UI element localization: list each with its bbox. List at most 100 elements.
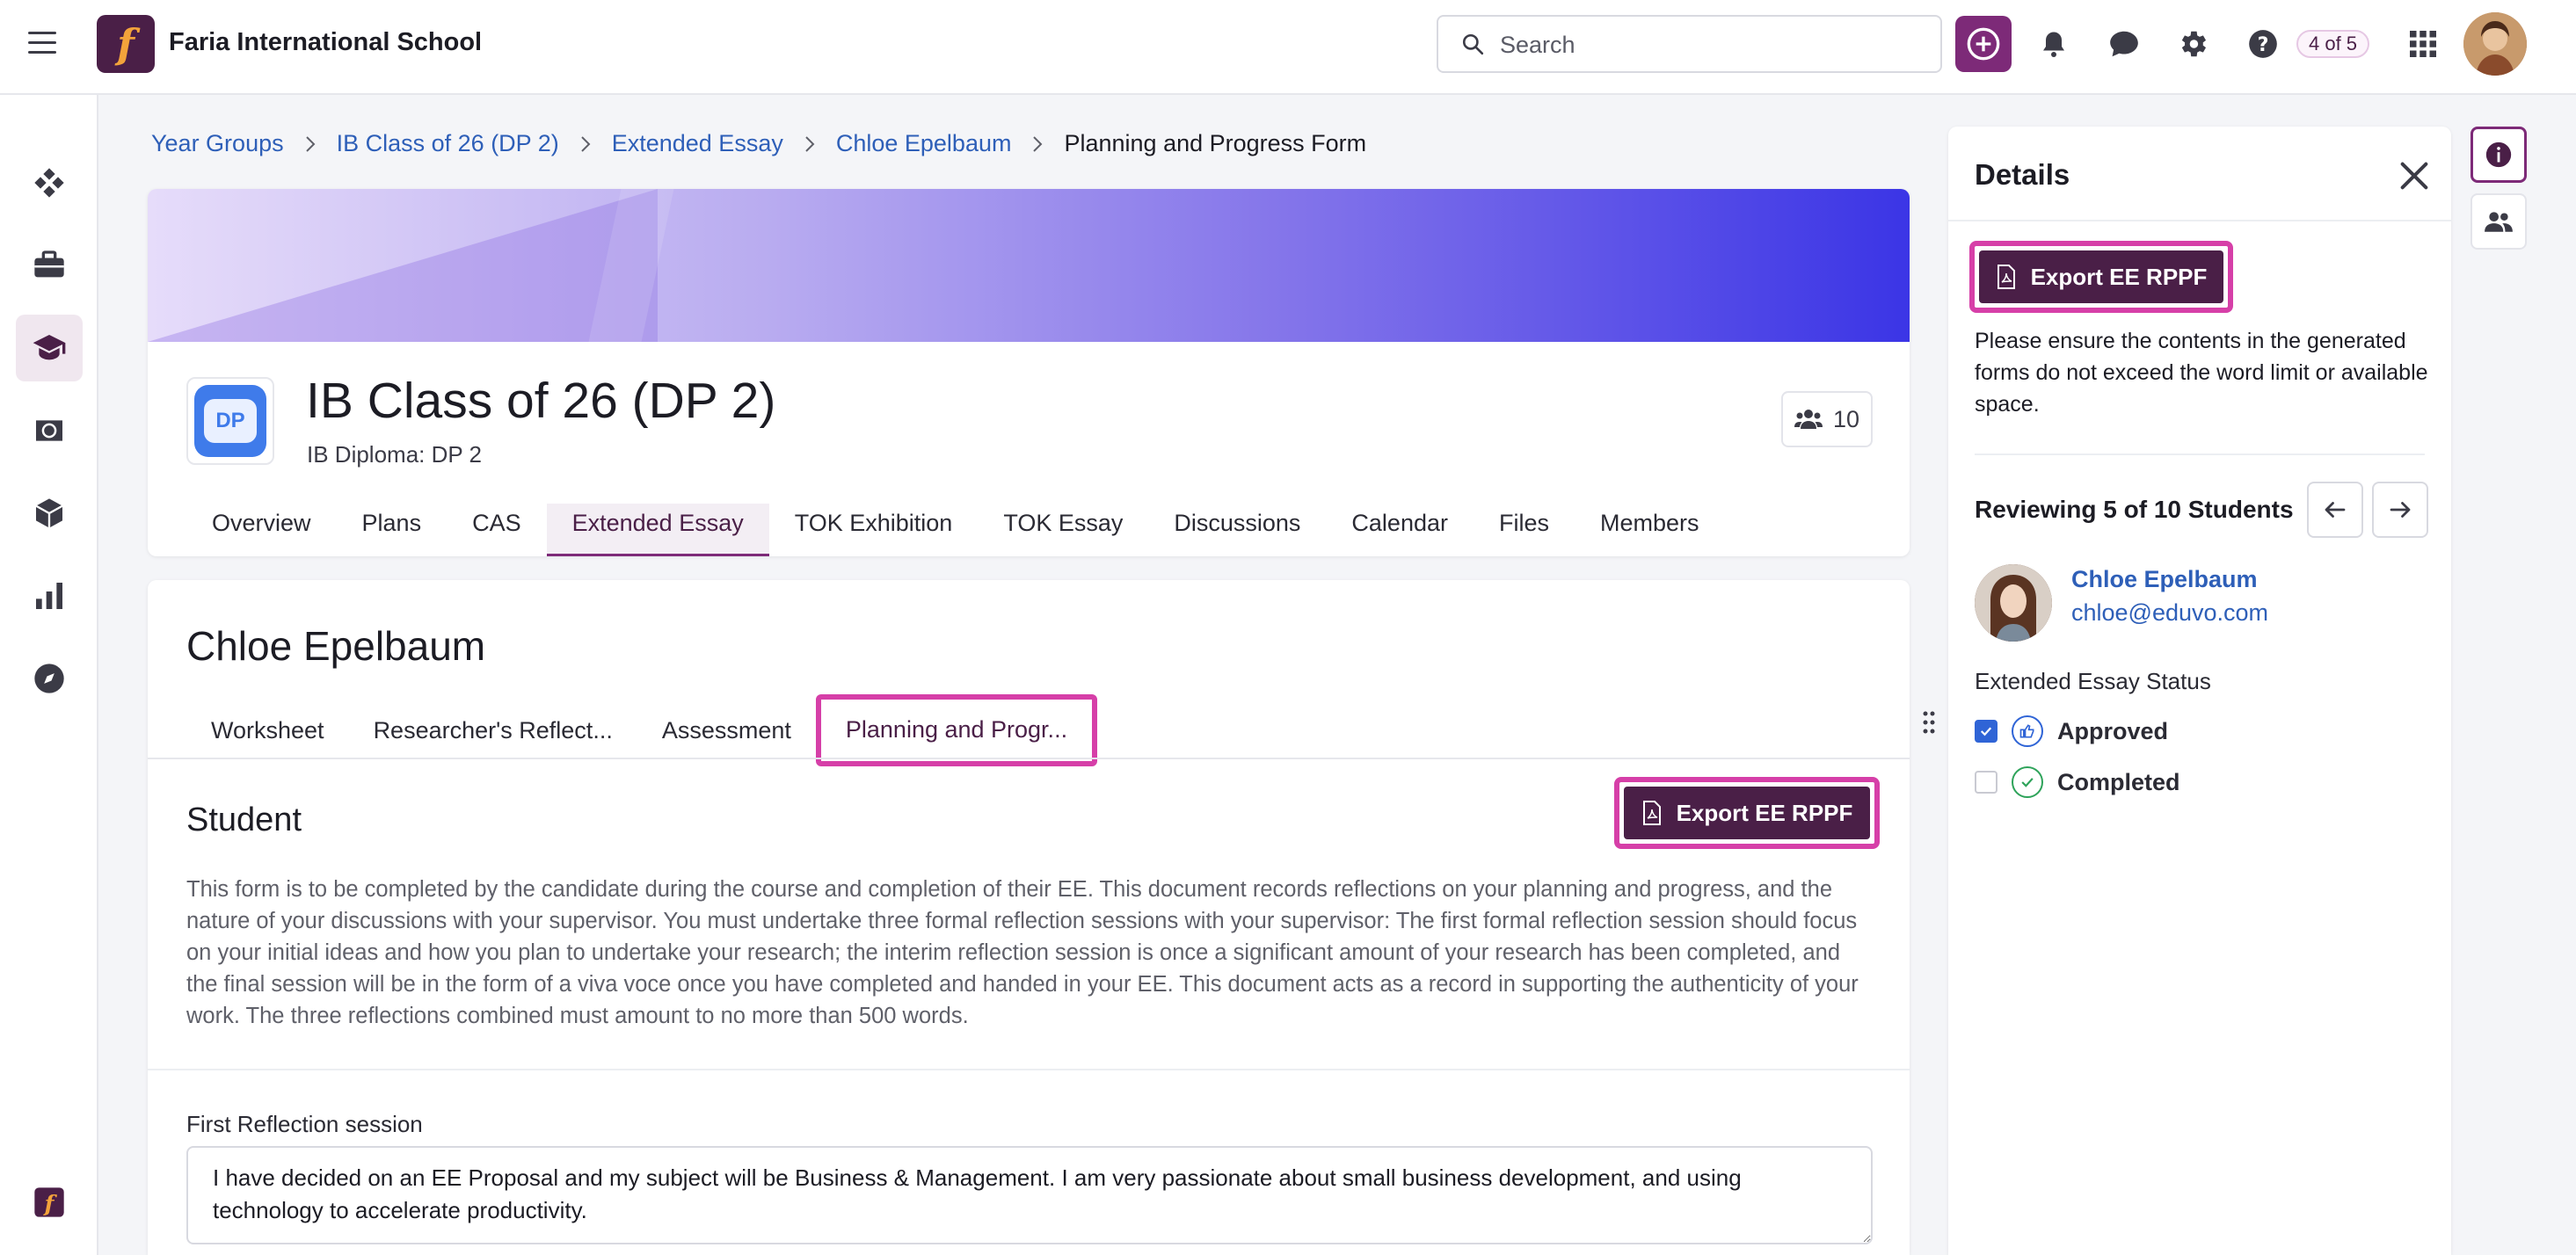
check-icon [1980, 727, 1992, 736]
status-label: Extended Essay Status [1975, 668, 2211, 694]
form-description: This form is to be completed by the cand… [186, 877, 1859, 1028]
pdf-file-icon [1642, 801, 1661, 825]
first-reflection-label: First Reflection session [186, 1111, 423, 1137]
globe-icon[interactable] [16, 397, 83, 464]
tab-plans[interactable]: Plans [337, 504, 448, 556]
divider [148, 1069, 1910, 1070]
user-avatar[interactable] [2463, 12, 2527, 76]
check-circle-icon [2012, 766, 2043, 798]
tab-assessment[interactable]: Assessment [637, 694, 816, 766]
chevron-right-icon [305, 135, 316, 152]
breadcrumb: Year Groups IB Class of 26 (DP 2) Extend… [151, 130, 1366, 157]
reviewing-count: Reviewing 5 of 10 Students [1975, 496, 2294, 523]
tab-tok-essay[interactable]: TOK Essay [978, 504, 1148, 556]
drag-handle-icon[interactable] [1922, 710, 1936, 735]
student-email-link[interactable]: chloe@eduvo.com [2071, 599, 2268, 627]
class-title: IB Class of 26 (DP 2) [306, 373, 776, 429]
breadcrumb-current: Planning and Progress Form [1064, 130, 1367, 156]
menu-icon[interactable] [28, 32, 56, 54]
pdf-file-icon [1997, 265, 2015, 289]
graduation-cap-icon[interactable] [16, 315, 83, 381]
members-count-button[interactable]: 10 [1781, 391, 1873, 447]
export-rppf-button[interactable]: Export EE RPPF [1624, 787, 1870, 839]
chat-icon[interactable] [2105, 25, 2143, 63]
student-form-card: Chloe Epelbaum Worksheet Researcher's Re… [148, 580, 1910, 1255]
search-icon [1462, 33, 1484, 55]
details-panel: Details Export EE RPPF Please ensure the… [1948, 127, 2451, 1255]
class-header-card: DP IB Class of 26 (DP 2) IB Diploma: DP … [148, 189, 1910, 556]
class-tabs: Overview Plans CAS Extended Essay TOK Ex… [186, 504, 1725, 556]
breadcrumb-extended-essay[interactable]: Extended Essay [612, 130, 783, 157]
bar-chart-icon[interactable] [16, 562, 83, 629]
add-button[interactable] [1955, 16, 2012, 72]
approved-label: Approved [2057, 717, 2169, 744]
chevron-right-icon [1033, 135, 1043, 152]
breadcrumb-class[interactable]: IB Class of 26 (DP 2) [337, 130, 559, 157]
chevron-right-icon [581, 135, 591, 152]
help-icon[interactable]: ? [2244, 25, 2282, 63]
cube-icon[interactable] [16, 480, 83, 547]
thumbs-up-icon [2012, 715, 2043, 747]
export-highlight: Export EE RPPF [1614, 777, 1880, 849]
status-approved-row: Approved [1975, 714, 2168, 749]
section-title: Student [186, 802, 302, 838]
apps-grid-icon[interactable] [2404, 25, 2442, 63]
details-toggle-button[interactable] [2470, 127, 2527, 183]
completed-label: Completed [2057, 768, 2180, 795]
breadcrumb-student[interactable]: Chloe Epelbaum [836, 130, 1012, 157]
class-banner [148, 189, 1910, 342]
chevron-right-icon [805, 135, 815, 152]
compass-icon[interactable] [16, 645, 83, 712]
app-title: Faria International School [169, 28, 483, 56]
gear-icon[interactable] [2173, 25, 2212, 63]
dashboard-icon[interactable] [16, 149, 83, 216]
people-icon [2485, 212, 2513, 232]
briefcase-icon[interactable] [16, 232, 83, 299]
top-bar: f Faria International School ? 4 of 5 [0, 0, 2576, 95]
tab-overview[interactable]: Overview [186, 504, 337, 556]
student-name-link[interactable]: Chloe Epelbaum [2071, 566, 2258, 593]
tab-tok-exhibition[interactable]: TOK Exhibition [769, 504, 979, 556]
status-completed-row: Completed [1975, 765, 2180, 800]
export-note: Please ensure the contents in the genera… [1975, 329, 2428, 417]
approved-checkbox[interactable] [1975, 720, 1997, 743]
search-box[interactable] [1437, 15, 1942, 73]
info-icon [2485, 141, 2512, 168]
tab-researchers-reflection[interactable]: Researcher's Reflect... [349, 694, 637, 766]
tab-calendar[interactable]: Calendar [1326, 504, 1474, 556]
previous-student-button[interactable] [2307, 482, 2363, 538]
class-badge: DP [186, 377, 274, 465]
class-subtitle: IB Diploma: DP 2 [307, 441, 482, 468]
left-nav: f [0, 95, 98, 1255]
tab-files[interactable]: Files [1474, 504, 1575, 556]
bell-icon[interactable] [2034, 25, 2073, 63]
arrow-right-icon [2390, 502, 2411, 518]
tab-worksheet[interactable]: Worksheet [186, 694, 349, 766]
people-panel-button[interactable] [2470, 193, 2527, 250]
tab-cas[interactable]: CAS [447, 504, 547, 556]
school-logo[interactable]: f [97, 15, 155, 73]
first-reflection-textarea[interactable]: I have decided on an EE Proposal and my … [186, 1146, 1873, 1244]
search-input[interactable] [1500, 29, 1922, 61]
breadcrumb-year-groups[interactable]: Year Groups [151, 130, 284, 157]
faria-logo-icon[interactable]: f [16, 1169, 83, 1236]
details-export-highlight: Export EE RPPF [1969, 241, 2233, 313]
student-avatar [1975, 564, 2052, 642]
progress-counter[interactable]: 4 of 5 [2296, 30, 2370, 58]
tab-discussions[interactable]: Discussions [1148, 504, 1326, 556]
student-tabs: Worksheet Researcher's Reflect... Assess… [186, 694, 1098, 766]
add-icon [1967, 27, 2000, 61]
tab-extended-essay[interactable]: Extended Essay [546, 504, 769, 556]
details-export-rppf-button[interactable]: Export EE RPPF [1979, 250, 2223, 303]
svg-text:?: ? [2258, 33, 2269, 56]
close-icon[interactable] [2397, 158, 2432, 193]
tab-members[interactable]: Members [1575, 504, 1725, 556]
student-name: Chloe Epelbaum [186, 623, 486, 669]
people-icon [1794, 410, 1823, 429]
arrow-left-icon [2325, 502, 2346, 518]
completed-checkbox[interactable] [1975, 771, 1997, 794]
tabs-divider [148, 758, 1910, 759]
details-title: Details [1975, 158, 2070, 191]
next-student-button[interactable] [2372, 482, 2428, 538]
tab-planning-progress[interactable]: Planning and Progr... [815, 694, 1098, 766]
